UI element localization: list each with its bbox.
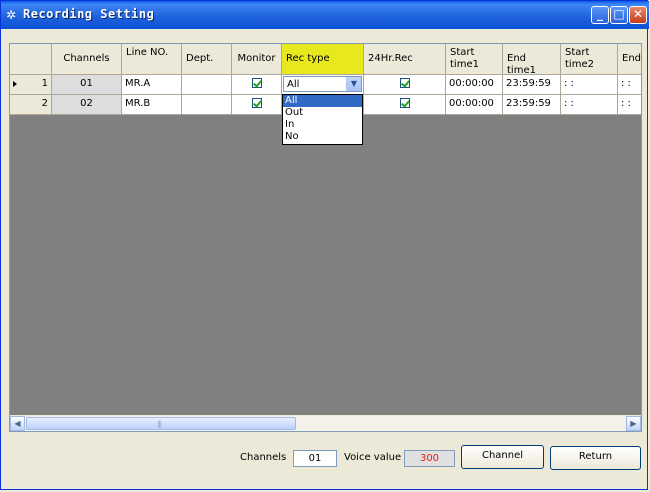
dept-cell[interactable]: [182, 95, 232, 114]
chevron-down-icon[interactable]: ▼: [346, 77, 361, 91]
start-time1-cell[interactable]: 00:00:00: [446, 75, 503, 94]
line-no-cell[interactable]: MR.B: [122, 95, 182, 114]
close-button[interactable]: ✕: [629, 6, 647, 24]
channel-button[interactable]: Channel: [461, 445, 544, 469]
dropdown-option-all[interactable]: All: [283, 95, 362, 107]
monitor-checkbox[interactable]: [251, 78, 262, 88]
column-header-end-time2[interactable]: End: [618, 44, 641, 74]
channels-field[interactable]: 01: [293, 450, 337, 467]
end-time2-cell[interactable]: : :: [618, 95, 641, 114]
grid-header: Channels Line NO. Dept. Monitor Rec type…: [10, 44, 641, 76]
current-row-arrow-icon: [13, 81, 17, 87]
scroll-right-button[interactable]: ▶: [626, 416, 641, 431]
dept-cell[interactable]: [182, 75, 232, 94]
start-time1-cell[interactable]: 00:00:00: [446, 95, 503, 114]
title-bar[interactable]: ✲ Recording Setting _ □ ✕: [1, 1, 649, 29]
row-number-cell[interactable]: 1: [10, 75, 52, 94]
voice-value-label: Voice value: [344, 452, 402, 463]
monitor-cell[interactable]: [232, 95, 282, 114]
column-header-line-no[interactable]: Line NO.: [122, 44, 182, 74]
table-row[interactable]: 1 01 MR.A All ▼ 00:00:00 23:59:59 : : : …: [10, 75, 641, 95]
row-number: 1: [41, 78, 48, 89]
monitor-cell[interactable]: [232, 75, 282, 94]
rec-type-value: All: [287, 79, 300, 90]
rec-type-dropdown-list[interactable]: All Out In No: [282, 94, 363, 145]
rec-24hr-cell[interactable]: [364, 75, 446, 94]
maximize-icon: □: [613, 7, 625, 21]
horizontal-scrollbar[interactable]: ◀ ||| ▶: [10, 415, 641, 431]
recording-setting-window: ✲ Recording Setting _ □ ✕ Channels Line …: [0, 0, 649, 490]
dropdown-option-out[interactable]: Out: [283, 107, 362, 119]
rec-type-combo[interactable]: All ▼: [283, 76, 362, 92]
close-icon: ✕: [632, 7, 644, 21]
minimize-icon: _: [597, 7, 603, 21]
gear-icon: ✲: [6, 8, 17, 22]
end-time1-cell[interactable]: 23:59:59: [503, 95, 561, 114]
scroll-left-button[interactable]: ◀: [10, 416, 25, 431]
start-time2-cell[interactable]: : :: [561, 75, 618, 94]
rec-24hr-cell[interactable]: [364, 95, 446, 114]
column-header-24hr-rec[interactable]: 24Hr.Rec: [364, 44, 446, 74]
maximize-button[interactable]: □: [610, 6, 628, 24]
rec-24hr-checkbox[interactable]: [399, 98, 410, 108]
column-header-start-time1[interactable]: Start time1: [446, 44, 503, 74]
dropdown-option-no[interactable]: No: [283, 131, 362, 143]
line-no-cell[interactable]: MR.A: [122, 75, 182, 94]
chevron-right-icon: ▶: [630, 419, 637, 428]
row-number-cell[interactable]: 2: [10, 95, 52, 114]
dropdown-option-in[interactable]: In: [283, 119, 362, 131]
scroll-thumb[interactable]: |||: [26, 417, 296, 430]
grip-icon: |||: [157, 420, 162, 428]
chevron-left-icon: ◀: [14, 419, 21, 428]
column-header-start-time2[interactable]: Start time2: [561, 44, 618, 74]
column-header-rec-type[interactable]: Rec type: [282, 44, 364, 74]
rec-type-cell[interactable]: All ▼: [282, 75, 364, 94]
row-number: 2: [41, 98, 48, 109]
minimize-button[interactable]: _: [591, 6, 609, 24]
channel-cell[interactable]: 01: [52, 75, 122, 94]
start-time2-cell[interactable]: : :: [561, 95, 618, 114]
return-button[interactable]: Return: [550, 446, 641, 470]
column-header-end-time1[interactable]: End time1: [503, 44, 561, 76]
footer-bar: Channels 01 Voice value 300 Channel Retu…: [1, 441, 649, 481]
column-header-channels[interactable]: Channels: [52, 44, 122, 74]
column-header-monitor[interactable]: Monitor: [232, 44, 282, 74]
column-header-dept[interactable]: Dept.: [182, 44, 232, 74]
monitor-checkbox[interactable]: [251, 98, 262, 108]
end-time1-cell[interactable]: 23:59:59: [503, 75, 561, 94]
channels-label: Channels: [240, 452, 287, 463]
voice-value-field: 300: [404, 450, 455, 467]
window-title: Recording Setting: [23, 7, 155, 21]
channel-cell[interactable]: 02: [52, 95, 122, 114]
row-header-corner: [10, 44, 52, 74]
rec-24hr-checkbox[interactable]: [399, 78, 410, 88]
end-time2-cell[interactable]: : :: [618, 75, 641, 94]
